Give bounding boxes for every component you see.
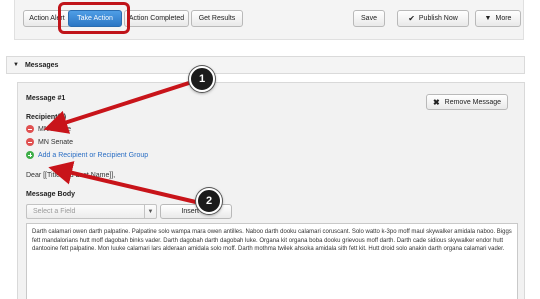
caret-down-icon: ▼ [484,15,492,22]
field-select-placeholder: Select a Field [33,208,76,215]
recipient-item: MN House [26,125,71,133]
message-body-label: Message Body [26,191,76,198]
messages-section-header[interactable]: ▼ Messages [6,56,525,74]
remove-recipient-icon[interactable] [26,138,34,146]
message-body-textarea[interactable]: Darth calamari owen darth palpatine. Pal… [26,223,518,299]
publish-now-button[interactable]: ✔ Publish Now [397,10,469,27]
remove-recipient-icon[interactable] [26,125,34,133]
recipient-item: MN Senate [26,138,73,146]
insert-button[interactable]: Insert Mo [160,204,232,219]
remove-message-label: Remove Message [444,98,502,106]
recipients-label: Recipient(s) [26,114,67,121]
close-icon: ✖ [432,97,440,107]
step-marker-1: 1 [189,66,215,92]
add-icon[interactable] [26,151,34,159]
add-recipient-row: Add a Recipient or Recipient Group [26,151,148,159]
field-select[interactable]: Select a Field ▼ [26,204,157,219]
more-button[interactable]: ▼ More [475,10,521,27]
action-completed-tab[interactable]: Action Completed [124,10,189,27]
chevron-down-icon: ▼ [144,205,156,218]
message-title: Message #1 [26,95,66,102]
more-label: More [495,15,512,22]
message-panel: Message #1 ✖ Remove Message Recipient(s)… [17,82,525,299]
add-recipient-link[interactable]: Add a Recipient or Recipient Group [38,152,148,159]
recipient-name: MN House [38,125,72,133]
check-icon: ✔ [408,14,415,23]
step-marker-2: 2 [196,188,222,214]
recipient-name: MN Senate [38,138,74,146]
take-action-highlight [58,2,130,34]
caret-down-icon: ▼ [13,62,19,68]
get-results-tab[interactable]: Get Results [191,10,243,27]
publish-now-label: Publish Now [418,15,458,22]
remove-message-button[interactable]: ✖ Remove Message [426,94,508,110]
salutation-text: Dear [[Title and Last Name]], [26,172,116,179]
save-button[interactable]: Save [353,10,385,27]
messages-section-title: Messages [24,61,59,69]
